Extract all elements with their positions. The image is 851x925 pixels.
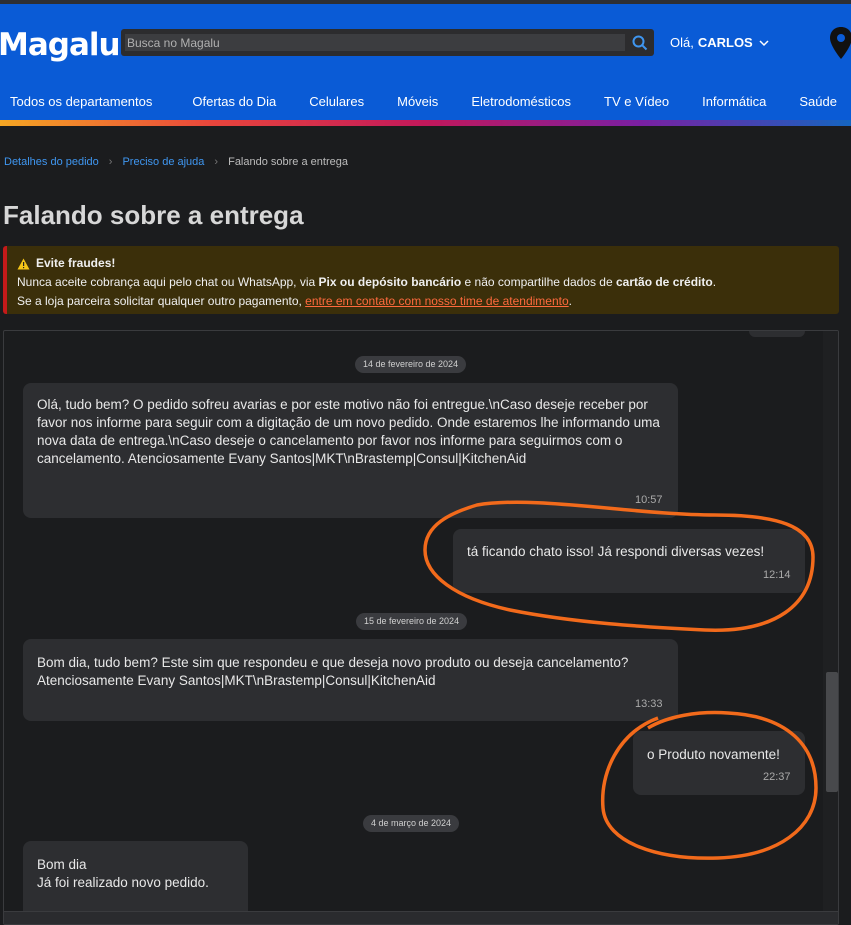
message-composer-edge bbox=[4, 911, 838, 924]
nav-item-eletrodomesticos[interactable]: Eletrodomésticos bbox=[471, 94, 571, 109]
message-bubble-store: Bom dia Já foi realizado novo pedido. bbox=[23, 841, 248, 921]
message-time: 12:14 bbox=[763, 569, 791, 581]
warning-emphasis-pix: Pix ou depósito bancário bbox=[318, 275, 462, 289]
message-time: 22:37 bbox=[763, 771, 791, 783]
message-bubble-store: Bom dia, tudo bem? Este sim que responde… bbox=[23, 639, 678, 721]
search-icon[interactable] bbox=[631, 34, 649, 52]
warning-text: . bbox=[568, 294, 572, 308]
date-separator: 14 de fevereiro de 2024 bbox=[355, 356, 467, 373]
site-header: Magalu Olá, CARLOS Todos os departamento… bbox=[0, 0, 851, 126]
warning-icon bbox=[17, 258, 30, 269]
warning-text: . bbox=[712, 275, 717, 289]
user-name: CARLOS bbox=[697, 35, 753, 50]
nav-item-saude[interactable]: Saúde bbox=[799, 94, 837, 109]
nav-item-tv-video[interactable]: TV e Vídeo bbox=[604, 94, 669, 109]
account-menu[interactable]: Olá, CARLOS bbox=[670, 35, 771, 50]
message-bubble-store: Olá, tudo bem? O pedido sofreu avarias e… bbox=[23, 383, 678, 518]
nav-item-ofertas[interactable]: Ofertas do Dia bbox=[192, 94, 276, 109]
warning-line-2: Se a loja parceira solicitar qualquer ou… bbox=[17, 292, 829, 311]
message-time: 13:33 bbox=[635, 698, 663, 710]
contact-support-link[interactable]: entre em contato com nosso time de atend… bbox=[305, 294, 568, 308]
message-time: 10:57 bbox=[635, 494, 663, 506]
main-navigation: Todos os departamentos Ofertas do Dia Ce… bbox=[0, 84, 851, 118]
date-separator: 15 de fevereiro de 2024 bbox=[356, 613, 468, 630]
message-text: Bom dia Já foi realizado novo pedido. bbox=[37, 857, 209, 890]
previous-message-bubble bbox=[749, 331, 805, 337]
message-text: tá ficando chato isso! Já respondi diver… bbox=[467, 544, 765, 559]
browser-edge bbox=[0, 0, 851, 4]
fraud-warning: Evite fraudes! Nunca aceite cobrança aqu… bbox=[3, 246, 839, 314]
chat-scrollbar-thumb[interactable] bbox=[826, 672, 838, 792]
nav-item-informatica[interactable]: Informática bbox=[702, 94, 766, 109]
nav-item-moveis[interactable]: Móveis bbox=[397, 94, 438, 109]
warning-text: Nunca aceite cobrança aqui pelo chat ou … bbox=[17, 275, 319, 289]
location-pin-icon[interactable] bbox=[828, 26, 851, 60]
warning-title-row: Evite fraudes! bbox=[17, 254, 829, 273]
message-bubble-user: o Produto novamente! 22:37 bbox=[633, 731, 805, 795]
brand-color-stripe bbox=[0, 120, 851, 126]
chevron-down-icon bbox=[759, 39, 769, 46]
message-text: Bom dia, tudo bem? Este sim que responde… bbox=[37, 655, 632, 688]
nav-item-celulares[interactable]: Celulares bbox=[309, 94, 364, 109]
chat-scrollbar[interactable] bbox=[823, 331, 838, 911]
chevron-right-icon: › bbox=[214, 156, 219, 168]
breadcrumb-need-help[interactable]: Preciso de ajuda bbox=[122, 156, 204, 168]
date-separator: 4 de março de 2024 bbox=[363, 815, 460, 832]
message-text: Olá, tudo bem? O pedido sofreu avarias e… bbox=[37, 397, 664, 466]
breadcrumb-order-details[interactable]: Detalhes do pedido bbox=[4, 156, 99, 168]
message-text: o Produto novamente! bbox=[647, 747, 780, 762]
warning-text: e não compartilhe dados de bbox=[461, 275, 616, 289]
message-bubble-user: tá ficando chato isso! Já respondi diver… bbox=[453, 529, 805, 593]
search-input[interactable] bbox=[127, 35, 627, 50]
chat-window[interactable]: 14 de fevereiro de 2024 Olá, tudo bem? O… bbox=[3, 330, 839, 925]
greeting-prefix: Olá, bbox=[670, 35, 694, 50]
breadcrumb-current: Falando sobre a entrega bbox=[228, 156, 348, 168]
page-title: Falando sobre a entrega bbox=[3, 200, 304, 230]
magalu-logo[interactable]: Magalu bbox=[0, 27, 121, 63]
warning-title: Evite fraudes! bbox=[36, 256, 116, 270]
warning-emphasis-card: cartão de crédito bbox=[616, 275, 713, 289]
warning-text: Se a loja parceira solicitar qualquer ou… bbox=[17, 294, 306, 308]
chevron-right-icon: › bbox=[108, 156, 113, 168]
search-bar[interactable] bbox=[121, 29, 654, 56]
warning-line-1: Nunca aceite cobrança aqui pelo chat ou … bbox=[17, 273, 829, 292]
nav-all-departments[interactable]: Todos os departamentos bbox=[10, 94, 152, 109]
breadcrumb: Detalhes do pedido › Preciso de ajuda › … bbox=[4, 156, 348, 168]
